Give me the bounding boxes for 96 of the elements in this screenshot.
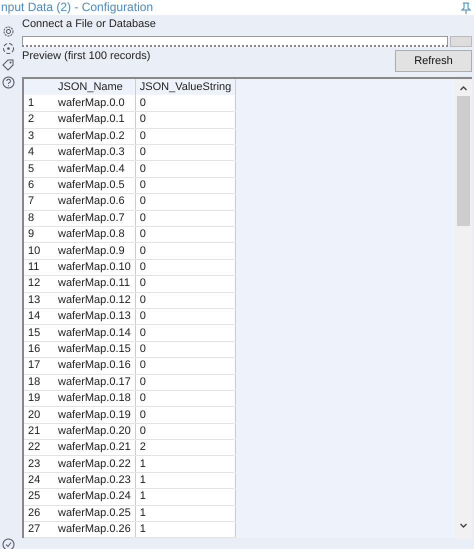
row-number: 27 bbox=[24, 522, 54, 538]
table-cell: waferMap.0.20 bbox=[54, 423, 136, 440]
row-number: 6 bbox=[24, 177, 54, 194]
row-number: 2 bbox=[24, 112, 54, 128]
table-cell: 0 bbox=[135, 210, 236, 227]
row-number: 13 bbox=[24, 292, 54, 308]
table-cell: 0 bbox=[135, 112, 236, 128]
row-number: 22 bbox=[24, 440, 54, 456]
table-cell: 0 bbox=[135, 242, 236, 260]
table-cell: 0 bbox=[135, 358, 236, 374]
table-cell: 1 bbox=[135, 505, 236, 522]
table-cell: waferMap.0.6 bbox=[54, 194, 136, 210]
settings-icon[interactable] bbox=[2, 25, 14, 38]
table-cell: 1 bbox=[135, 522, 236, 538]
table-cell: waferMap.0.18 bbox=[54, 390, 136, 407]
row-number: 25 bbox=[24, 488, 54, 506]
row-number: 10 bbox=[24, 242, 54, 260]
row-number: 8 bbox=[24, 210, 54, 227]
section-label: Connect a File or Database bbox=[22, 18, 157, 30]
table-cell: 1 bbox=[135, 488, 236, 506]
row-number: 18 bbox=[24, 374, 54, 390]
table-cell: waferMap.0.16 bbox=[54, 358, 136, 374]
row-number: 1 bbox=[24, 95, 54, 112]
table-cell: waferMap.0.12 bbox=[54, 292, 136, 308]
table-cell: waferMap.0.26 bbox=[54, 522, 136, 538]
table-cell: waferMap.0.23 bbox=[54, 472, 136, 489]
row-number: 3 bbox=[24, 128, 54, 145]
row-number: 15 bbox=[24, 324, 54, 342]
table-cell: waferMap.0.1 bbox=[54, 112, 136, 128]
table-cell: waferMap.0.13 bbox=[54, 308, 136, 325]
table-cell: waferMap.0.3 bbox=[54, 144, 136, 161]
table-cell: 0 bbox=[135, 390, 236, 407]
help-icon[interactable] bbox=[2, 76, 14, 89]
row-number: 11 bbox=[24, 259, 54, 276]
scrollbar[interactable] bbox=[455, 79, 472, 538]
row-number: 9 bbox=[24, 226, 54, 243]
row-number: 26 bbox=[24, 505, 54, 522]
table-cell: waferMap.0.14 bbox=[54, 324, 136, 342]
pin-icon[interactable] bbox=[460, 2, 472, 14]
table-cell: 0 bbox=[135, 308, 236, 325]
row-number: 14 bbox=[24, 308, 54, 325]
row-number: 24 bbox=[24, 472, 54, 489]
path-field[interactable] bbox=[22, 36, 448, 47]
table-cell: 0 bbox=[135, 324, 236, 342]
table-cell: 0 bbox=[135, 423, 236, 440]
row-number: 21 bbox=[24, 423, 54, 440]
table-cell: waferMap.0.22 bbox=[54, 456, 136, 472]
table-cell: waferMap.0.8 bbox=[54, 226, 136, 243]
table-cell: waferMap.0.4 bbox=[54, 160, 136, 178]
table-cell: 0 bbox=[135, 276, 236, 292]
column-header[interactable]: JSON_ValueString bbox=[135, 79, 236, 96]
row-number: 20 bbox=[24, 406, 54, 424]
table-cell: waferMap.0.25 bbox=[54, 505, 136, 522]
scroll-up-icon[interactable] bbox=[459, 84, 468, 93]
tag-icon[interactable] bbox=[2, 59, 14, 72]
table-cell: waferMap.0.9 bbox=[54, 242, 136, 260]
table-cell: waferMap.0.10 bbox=[54, 259, 136, 276]
table-cell: 0 bbox=[135, 160, 236, 178]
column-header[interactable]: JSON_Name bbox=[54, 79, 136, 96]
table-cell: 0 bbox=[135, 95, 236, 112]
table-cell: waferMap.0.11 bbox=[54, 276, 136, 292]
table-cell: waferMap.0.7 bbox=[54, 210, 136, 227]
row-number: 12 bbox=[24, 276, 54, 292]
refresh-button[interactable]: Refresh bbox=[395, 50, 472, 72]
scroll-thumb[interactable] bbox=[457, 96, 470, 226]
table-cell: 0 bbox=[135, 144, 236, 161]
table-cell: waferMap.0.17 bbox=[54, 374, 136, 390]
table-cell: 0 bbox=[135, 292, 236, 308]
table-cell: waferMap.0.19 bbox=[54, 406, 136, 424]
table-cell: 0 bbox=[135, 194, 236, 210]
row-number: 16 bbox=[24, 341, 54, 358]
preview-label: Preview (first 100 records) bbox=[22, 50, 150, 62]
row-number: 17 bbox=[24, 358, 54, 374]
table-cell: 1 bbox=[135, 456, 236, 472]
table-cell: waferMap.0.21 bbox=[54, 440, 136, 456]
table-cell: 1 bbox=[135, 472, 236, 489]
row-number: 4 bbox=[24, 144, 54, 161]
table-cell: waferMap.0.15 bbox=[54, 341, 136, 358]
table-cell: 0 bbox=[135, 406, 236, 424]
row-number: 23 bbox=[24, 456, 54, 472]
table-cell: waferMap.0.24 bbox=[54, 488, 136, 506]
table-cell: 0 bbox=[135, 374, 236, 390]
row-number: 19 bbox=[24, 390, 54, 407]
window-title: nput Data (2) - Configuration bbox=[1, 0, 154, 15]
table-cell: waferMap.0.5 bbox=[54, 177, 136, 194]
table-cell: 0 bbox=[135, 341, 236, 358]
table-cell: 0 bbox=[135, 128, 236, 145]
table-cell: 0 bbox=[135, 259, 236, 276]
row-number: 7 bbox=[24, 194, 54, 210]
table-cell: 0 bbox=[135, 226, 236, 243]
row-number: 5 bbox=[24, 160, 54, 178]
scroll-down-icon[interactable] bbox=[459, 521, 468, 530]
table-cell: 2 bbox=[135, 440, 236, 456]
table-cell: waferMap.0.0 bbox=[54, 95, 136, 112]
table-cell: 0 bbox=[135, 177, 236, 194]
table-cell: waferMap.0.2 bbox=[54, 128, 136, 145]
